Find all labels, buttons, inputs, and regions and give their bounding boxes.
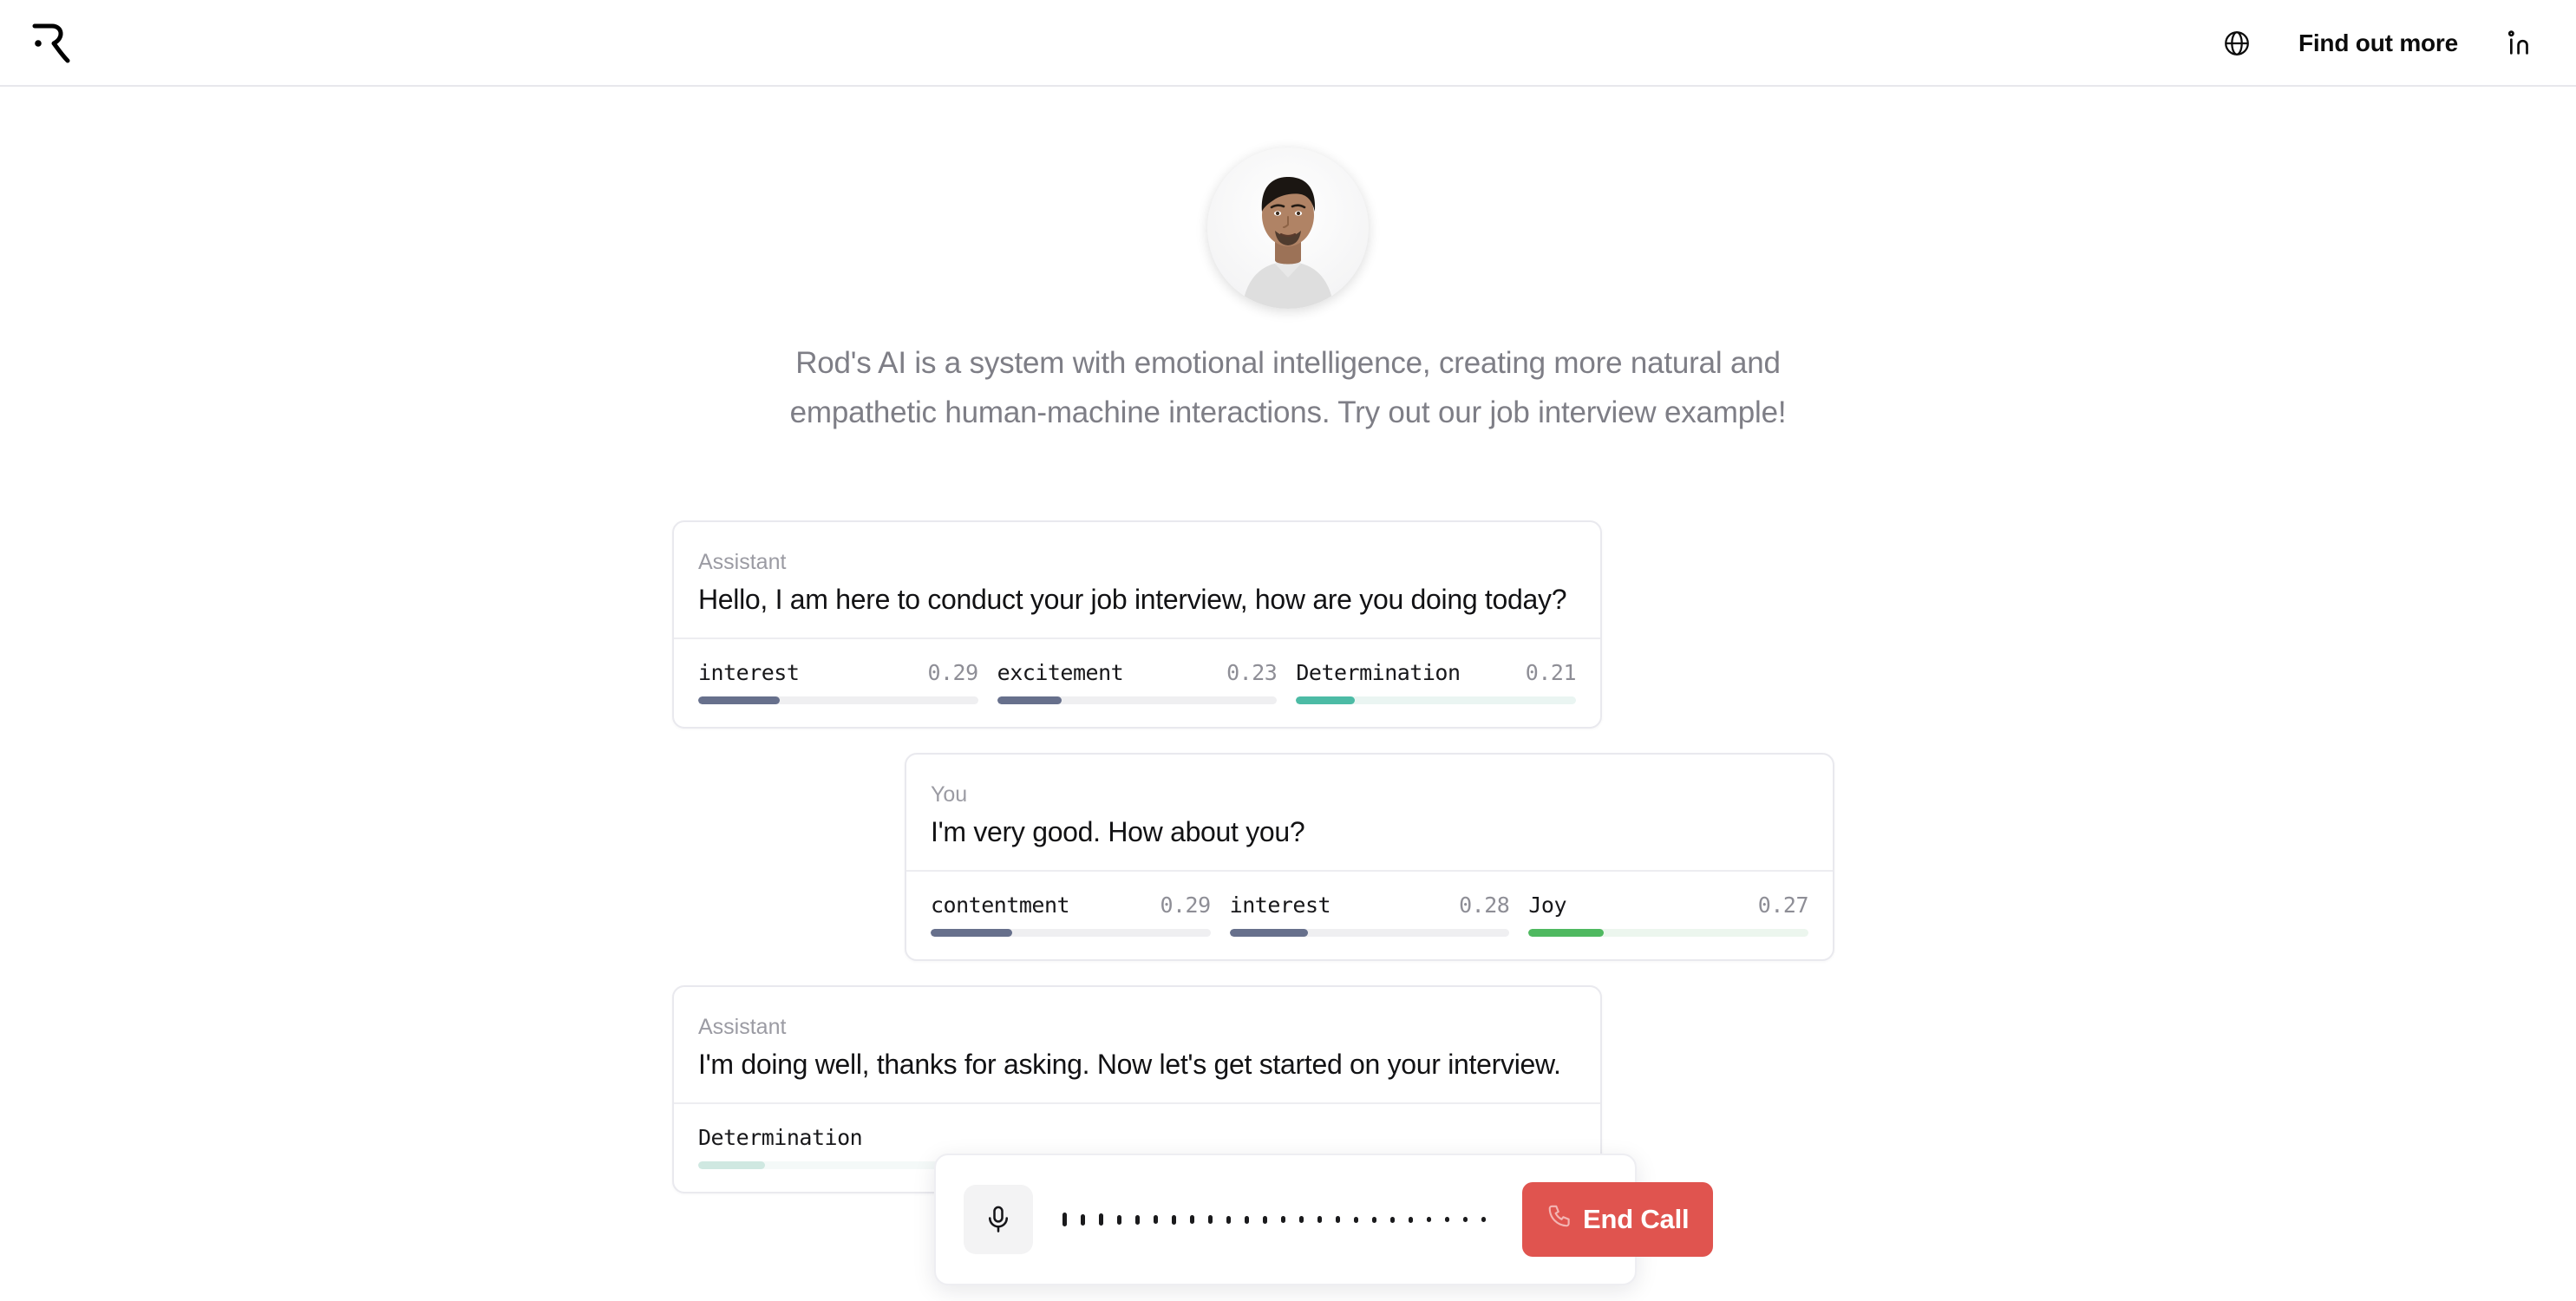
call-controls-panel: End Call (934, 1154, 1714, 1285)
emotion-scores: contentment 0.29 interest 0.28 Joy 0.27 (906, 870, 1833, 959)
emotion-name: Joy (1528, 892, 1566, 918)
find-out-more-link[interactable]: Find out more (2298, 29, 2458, 57)
waveform-bar (1372, 1216, 1376, 1223)
message-body: You I'm very good. How about you? (906, 755, 1833, 870)
waveform-bar (1226, 1215, 1231, 1224)
message-body: Assistant Hello, I am here to conduct you… (674, 522, 1600, 637)
end-call-button[interactable]: End Call (1522, 1182, 1714, 1257)
emotion-header: Joy 0.27 (1528, 892, 1808, 919)
emotion-name: Determination (1296, 660, 1461, 685)
message-role: Assistant (698, 550, 787, 574)
emotion-value: 0.21 (1525, 660, 1577, 685)
waveform-bar (1336, 1216, 1340, 1223)
app-header: Find out more (0, 0, 2576, 87)
emotion-scores: interest 0.29 excitement 0.23 Determination 0… (674, 637, 1600, 727)
emotion-header: interest 0.29 (698, 660, 978, 686)
globe-icon[interactable] (2217, 23, 2257, 63)
waveform-bar (1317, 1216, 1322, 1223)
waveform-bar (1172, 1214, 1176, 1225)
emotion-bar-track (698, 696, 978, 704)
emotion-item: interest 0.29 (698, 660, 978, 704)
emotion-value: 0.29 (1160, 892, 1211, 918)
emotion-bar-track (931, 929, 1211, 937)
emotion-bar-fill (698, 1161, 766, 1169)
emotion-bar-fill (997, 696, 1062, 704)
end-call-label: End Call (1583, 1204, 1690, 1234)
emotion-item: Joy 0.27 (1528, 892, 1809, 937)
message-text: I'm doing well, thanks for asking. Now l… (698, 1049, 1561, 1080)
waveform-bar (1445, 1217, 1449, 1222)
emotion-item: interest 0.28 (1229, 892, 1510, 937)
emotion-bar-track (1229, 929, 1510, 937)
logo[interactable] (19, 12, 88, 75)
emotion-value: 0.27 (1757, 892, 1809, 918)
intro-section: Rod's AI is a system with emotional inte… (0, 87, 2576, 437)
waveform-bar (1463, 1217, 1468, 1222)
emotion-name: contentment (931, 892, 1070, 918)
message-role: You (931, 782, 968, 807)
avatar (1207, 147, 1369, 309)
emotion-bar-track (1528, 929, 1809, 937)
emotion-value: 0.23 (1226, 660, 1278, 685)
message-text: I'm very good. How about you? (931, 816, 1305, 847)
waveform-bar (1409, 1216, 1413, 1223)
waveform-bar (1390, 1216, 1395, 1223)
audio-waveform (1056, 1195, 1500, 1244)
emotion-header: Determination (698, 1125, 978, 1151)
conversation-list: Assistant Hello, I am here to conduct you… (672, 520, 1904, 1218)
waveform-bar (1427, 1217, 1431, 1222)
waveform-bar (1190, 1215, 1194, 1224)
waveform-bar (1208, 1215, 1213, 1224)
waveform-bar (1117, 1214, 1121, 1225)
emotion-bar-fill (1229, 929, 1309, 937)
emotion-bar-track (1296, 696, 1577, 704)
message-card: You I'm very good. How about you? contentm… (905, 753, 1834, 961)
message-text: Hello, I am here to conduct your job int… (698, 584, 1567, 615)
emotion-header: Determination 0.21 (1296, 660, 1576, 686)
emotion-value: 0.29 (927, 660, 978, 685)
waveform-bar (1154, 1215, 1158, 1224)
microphone-icon[interactable] (964, 1185, 1033, 1254)
emotion-header: interest 0.28 (1230, 892, 1510, 919)
message-body: Assistant I'm doing well, thanks for aski… (674, 987, 1600, 1102)
emotion-bar-fill (1528, 929, 1605, 937)
emotion-bar-fill (1296, 696, 1356, 704)
waveform-bar (1099, 1213, 1103, 1226)
waveform-bar (1135, 1214, 1140, 1225)
emotion-name: Determination (698, 1125, 863, 1150)
waveform-bar (1481, 1217, 1486, 1222)
emotion-header: excitement 0.23 (997, 660, 1278, 686)
message-role: Assistant (698, 1015, 787, 1039)
emotion-value: 0.28 (1459, 892, 1510, 918)
emotion-name: interest (1229, 892, 1331, 918)
phone-icon (1546, 1203, 1572, 1236)
emotion-header: contentment 0.29 (931, 892, 1211, 919)
emotion-bar-fill (698, 696, 780, 704)
emotion-name: interest (698, 660, 800, 685)
emotion-name: excitement (997, 660, 1124, 685)
emotion-bar-track (997, 696, 1278, 704)
message-card: Assistant Hello, I am here to conduct you… (672, 520, 1602, 729)
waveform-bar (1245, 1215, 1249, 1224)
header-actions: Find out more (2217, 0, 2540, 87)
waveform-bar (1062, 1213, 1067, 1226)
waveform-bar (1299, 1216, 1304, 1223)
emotion-bar-fill (931, 929, 1012, 937)
waveform-bar (1281, 1216, 1285, 1223)
waveform-bar (1081, 1213, 1085, 1226)
linkedin-icon[interactable] (2500, 23, 2540, 63)
emotion-item: Determination 0.21 (1296, 660, 1577, 704)
intro-description: Rod's AI is a system with emotional inte… (789, 346, 1787, 429)
emotion-item: contentment 0.29 (931, 892, 1211, 937)
waveform-bar (1354, 1216, 1358, 1223)
waveform-bar (1263, 1215, 1267, 1224)
emotion-item: excitement 0.23 (997, 660, 1278, 704)
